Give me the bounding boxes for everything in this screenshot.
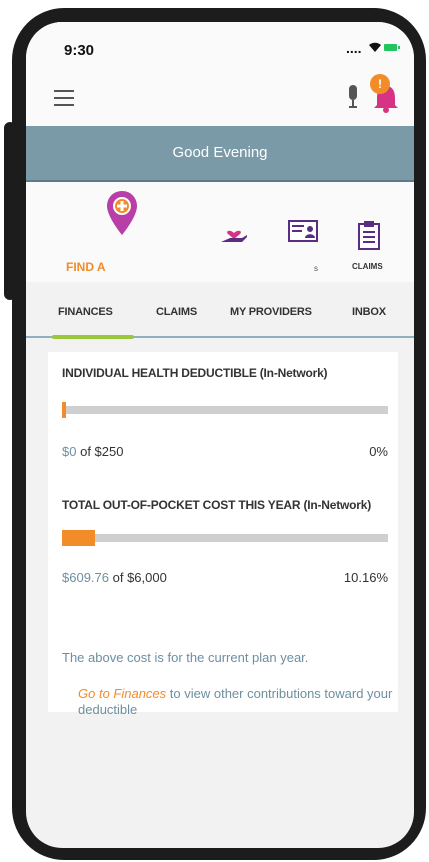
status-time: 9:30 bbox=[64, 42, 95, 59]
deductible-amount: $0 bbox=[62, 444, 77, 459]
deductible-title: INDIVIDUAL HEALTH DEDUCTIBLE (In-Network… bbox=[62, 366, 328, 380]
microphone-icon[interactable] bbox=[346, 84, 360, 110]
go-to-finances-link[interactable]: Go to Finances bbox=[78, 686, 166, 701]
deductible-progress-bar bbox=[62, 402, 388, 418]
greeting-banner: Good Evening bbox=[26, 126, 414, 182]
signal-indicator: .... bbox=[346, 40, 362, 56]
out-of-pocket-amount: $609.76 bbox=[62, 570, 109, 585]
tab-inbox[interactable]: INBOX bbox=[352, 306, 386, 318]
battery-icon bbox=[384, 44, 400, 51]
out-of-pocket-progress-bar bbox=[62, 530, 388, 546]
quick-action-find-label: FIND A bbox=[66, 260, 106, 274]
deductible-percent: 0% bbox=[369, 444, 388, 459]
notifications-button[interactable]: ! bbox=[368, 74, 404, 114]
phone-side-button bbox=[4, 122, 16, 300]
hamburger-icon[interactable] bbox=[54, 90, 74, 106]
deductible-amount-row: $0 of $250 0% bbox=[62, 444, 388, 459]
deductible-of-total: of $250 bbox=[80, 444, 124, 459]
tab-bar: FINANCES CLAIMS MY PROVIDERS INBOX bbox=[26, 282, 414, 339]
id-card-icon bbox=[288, 220, 318, 242]
out-of-pocket-title: TOTAL OUT-OF-POCKET COST THIS YEAR (In-N… bbox=[62, 498, 372, 512]
deductible-progress-fill bbox=[62, 402, 66, 418]
location-pin-plus-icon bbox=[107, 191, 137, 235]
out-of-pocket-progress-fill bbox=[62, 530, 96, 546]
tab-claims[interactable]: CLAIMS bbox=[156, 306, 197, 318]
out-of-pocket-amount-row: $609.76 of $6,000 10.16% bbox=[62, 570, 388, 585]
quick-actions: FIND A s CLAIMS bbox=[26, 182, 414, 282]
out-of-pocket-of-total: of $6,000 bbox=[112, 570, 167, 585]
tab-active-indicator bbox=[52, 335, 134, 339]
wifi-icon bbox=[369, 42, 381, 52]
clipboard-icon bbox=[358, 221, 380, 250]
quick-action-claims-label: CLAIMS bbox=[352, 262, 383, 271]
tab-finances[interactable]: FINANCES bbox=[58, 306, 113, 318]
app-header: ! bbox=[26, 72, 414, 126]
finances-link-note: Go to Finances to view other contributio… bbox=[78, 686, 398, 718]
plan-year-note: The above cost is for the current plan y… bbox=[62, 650, 309, 665]
hand-heart-icon bbox=[221, 230, 247, 242]
status-bar: 9:30 .... bbox=[26, 22, 414, 72]
out-of-pocket-percent: 10.16% bbox=[343, 570, 388, 585]
tab-my-providers[interactable]: MY PROVIDERS bbox=[230, 306, 312, 318]
phone-screen: 9:30 .... ! Good Evening FIND A s CLAIMS… bbox=[26, 22, 414, 848]
notification-badge: ! bbox=[370, 74, 390, 94]
finances-card: INDIVIDUAL HEALTH DEDUCTIBLE (In-Network… bbox=[48, 352, 398, 717]
quick-action-id-card-label: s bbox=[314, 264, 318, 273]
